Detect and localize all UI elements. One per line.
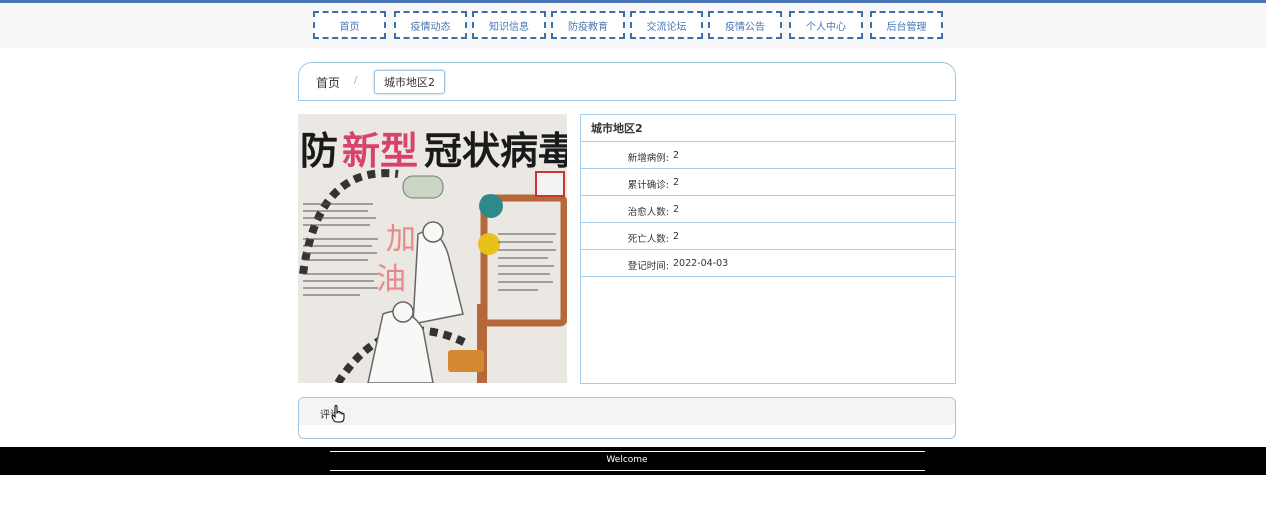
poster-title-part-2: 新型 <box>342 129 418 173</box>
poster-image: 防 新型 冠状病毒 加 油 <box>298 114 567 383</box>
region-title: 城市地区2 <box>581 115 955 142</box>
nav-home[interactable]: 首页 <box>313 11 386 39</box>
detail-value: 2 <box>673 204 680 215</box>
nav-announcements[interactable]: 疫情公告 <box>708 11 782 39</box>
detail-row-register-time: 登记时间: 2022-04-03 <box>581 250 955 277</box>
breadcrumb-home-link[interactable]: 首页 <box>316 74 340 91</box>
detail-value: 2 <box>673 177 680 188</box>
detail-label: 治愈人数: <box>627 207 669 218</box>
detail-value: 2 <box>673 150 680 161</box>
detail-row-recovered: 治愈人数: 2 <box>581 196 955 223</box>
breadcrumb-separator: / <box>354 75 358 86</box>
footer-text: Welcome <box>606 455 648 465</box>
comment-section: 评论 <box>298 397 956 439</box>
detail-row-new-cases: 新增病例: 2 <box>581 142 955 169</box>
poster-side-text-2: 油 <box>376 262 406 297</box>
poster-side-text-1: 加 <box>386 222 416 257</box>
nav-admin[interactable]: 后台管理 <box>870 11 943 39</box>
footer: Welcome <box>0 447 1266 475</box>
poster-title-part-1: 防 <box>300 129 338 173</box>
detail-value: 2022-04-03 <box>673 258 729 269</box>
top-navigation: 首页 疫情动态 知识信息 防疫教育 交流论坛 疫情公告 个人中心 后台管理 <box>0 3 1266 48</box>
detail-label: 累计确诊: <box>627 180 669 191</box>
detail-value: 2 <box>673 231 680 242</box>
detail-row-deaths: 死亡人数: 2 <box>581 223 955 250</box>
detail-label: 登记时间: <box>627 261 669 272</box>
nav-forum[interactable]: 交流论坛 <box>630 11 703 39</box>
hand-cursor-icon <box>331 405 345 427</box>
footer-divider-top <box>330 451 925 452</box>
nav-prevention-education[interactable]: 防疫教育 <box>551 11 625 39</box>
region-detail-panel: 城市地区2 新增病例: 2 累计确诊: 2 治愈人数: 2 死亡人数: 2 登记… <box>580 114 956 384</box>
comment-header[interactable]: 评论 <box>299 398 955 425</box>
nav-personal-center[interactable]: 个人中心 <box>789 11 863 39</box>
breadcrumb-current: 城市地区2 <box>374 70 445 94</box>
footer-divider-bottom <box>330 470 925 471</box>
detail-label: 死亡人数: <box>627 234 669 245</box>
detail-row-total-confirmed: 累计确诊: 2 <box>581 169 955 196</box>
detail-label: 新增病例: <box>627 153 669 164</box>
breadcrumb: 首页 / 城市地区2 <box>298 62 956 101</box>
poster-title-part-3: 冠状病毒 <box>424 129 567 173</box>
nav-epidemic-news[interactable]: 疫情动态 <box>394 11 467 39</box>
nav-knowledge[interactable]: 知识信息 <box>472 11 546 39</box>
